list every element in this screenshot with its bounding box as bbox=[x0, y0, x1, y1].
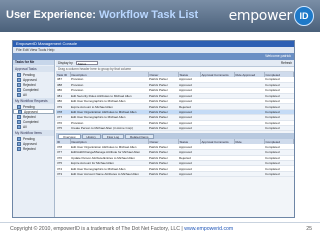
logo-word: empower bbox=[228, 8, 293, 24]
table-cell: Edit/Add/Change/Manage Attribute for Mic… bbox=[70, 149, 148, 156]
nav-item-label: Approved bbox=[23, 77, 37, 82]
folder-icon bbox=[17, 104, 21, 109]
website-link[interactable]: www.empowerid.com bbox=[184, 226, 233, 232]
welcome-text: Welcome patrick bbox=[265, 54, 291, 58]
table-cell: 373 bbox=[56, 171, 70, 178]
panel-header: Tasks for Me bbox=[13, 60, 54, 65]
nav-item-label: Rejected bbox=[23, 114, 36, 119]
table-cell: 375 bbox=[56, 125, 70, 132]
nav-item-label: Rejected bbox=[23, 82, 36, 87]
table-cell: Patrick Parker bbox=[148, 171, 178, 178]
nav-item[interactable]: All bbox=[13, 124, 54, 129]
detail-grid: ID Description Owner Status Approval Comment… bbox=[56, 139, 294, 178]
title-lead: User Experience: bbox=[6, 9, 96, 21]
table-cell bbox=[200, 125, 234, 132]
nav-item[interactable]: All bbox=[13, 92, 54, 97]
folder-icon bbox=[17, 119, 21, 124]
table-cell: Approved bbox=[178, 125, 200, 132]
tab-flow-log[interactable]: Flow Log bbox=[101, 134, 125, 140]
table-cell bbox=[234, 125, 264, 132]
page-number: 25 bbox=[306, 226, 312, 232]
slide: User Experience: Workflow Task List empo… bbox=[0, 0, 320, 240]
column-header[interactable]: Approval Comments bbox=[200, 72, 235, 77]
nav-item[interactable]: Rejected bbox=[13, 146, 54, 151]
task-list-area: Display by Status Refresh Drag a column … bbox=[56, 60, 294, 217]
nav-item-label: All bbox=[23, 124, 27, 129]
task-navigation-panel: Tasks for Me Approval Tasks Pending Approv… bbox=[13, 60, 55, 217]
table-cell: Patrick Parker bbox=[148, 125, 178, 132]
task-toolbar: Display by Status Refresh bbox=[56, 60, 294, 67]
empowerid-logo: empower ID bbox=[229, 6, 314, 26]
table-cell: Completed bbox=[264, 125, 294, 132]
table-cell bbox=[234, 171, 264, 178]
folder-icon bbox=[17, 124, 21, 129]
copyright-text: Copyright © 2010, empowerID is a tradema… bbox=[10, 226, 183, 232]
folder-icon bbox=[17, 92, 21, 97]
nav-item-label: Completed bbox=[23, 119, 39, 124]
table-cell: Edit User Account Name Attributes to Mic… bbox=[70, 171, 148, 178]
folder-icon bbox=[17, 146, 21, 151]
folder-icon bbox=[17, 141, 21, 146]
display-by-label: Display by bbox=[58, 61, 73, 65]
table-cell bbox=[200, 171, 234, 178]
column-header[interactable]: Approval Comments bbox=[200, 139, 235, 145]
refresh-button[interactable]: Refresh bbox=[281, 61, 292, 65]
footer-rule bbox=[0, 222, 320, 223]
table-row[interactable]: 375 Create Person to Michael Allen (in Ac… bbox=[56, 125, 294, 132]
folder-icon bbox=[18, 109, 22, 114]
folder-icon bbox=[17, 136, 21, 141]
nav-item-label: Approved bbox=[24, 109, 38, 114]
table-cell: Completed bbox=[264, 171, 294, 178]
task-grid: Task ID Description Owner Status Approval Co… bbox=[56, 72, 294, 132]
nav-item-label: Completed bbox=[23, 87, 39, 92]
slide-footer: Copyright © 2010, empowerID is a tradema… bbox=[10, 226, 233, 232]
title-accent: Workflow Task List bbox=[98, 9, 199, 21]
display-by-select[interactable]: Status bbox=[75, 61, 98, 66]
slide-header: User Experience: Workflow Task List empo… bbox=[0, 0, 320, 32]
table-cell: Edit User Organization Attributes to Mic… bbox=[70, 109, 148, 116]
management-console-window: EmpowerID Management Console File Edit V… bbox=[12, 40, 295, 218]
nav-item-label: All bbox=[23, 92, 27, 97]
folder-icon bbox=[17, 72, 21, 77]
nav-item-label: Pending bbox=[23, 104, 35, 109]
table-cell: Approved bbox=[178, 171, 200, 178]
console-banner: Welcome patrick bbox=[13, 53, 294, 60]
logo-id-badge: ID bbox=[294, 6, 314, 26]
table-cell: Create Person to Michael Allen (in Acme … bbox=[70, 125, 148, 132]
tab-related-items[interactable]: Related Items bbox=[125, 134, 154, 140]
folder-icon bbox=[17, 82, 21, 87]
nav-item-label: Pending bbox=[23, 72, 35, 77]
folder-icon bbox=[17, 114, 21, 119]
nav-item-label: Pending bbox=[23, 136, 35, 141]
nav-item-label: Approved bbox=[23, 141, 37, 146]
folder-icon bbox=[17, 87, 21, 92]
tab-overview[interactable]: Overview bbox=[58, 134, 81, 140]
nav-item-label: Rejected bbox=[23, 146, 36, 151]
tab-history[interactable]: History bbox=[81, 134, 101, 140]
table-row[interactable]: 373 Edit User Account Name Attributes to … bbox=[56, 171, 294, 178]
folder-icon bbox=[17, 77, 21, 82]
slide-title: User Experience: Workflow Task List bbox=[6, 9, 198, 21]
